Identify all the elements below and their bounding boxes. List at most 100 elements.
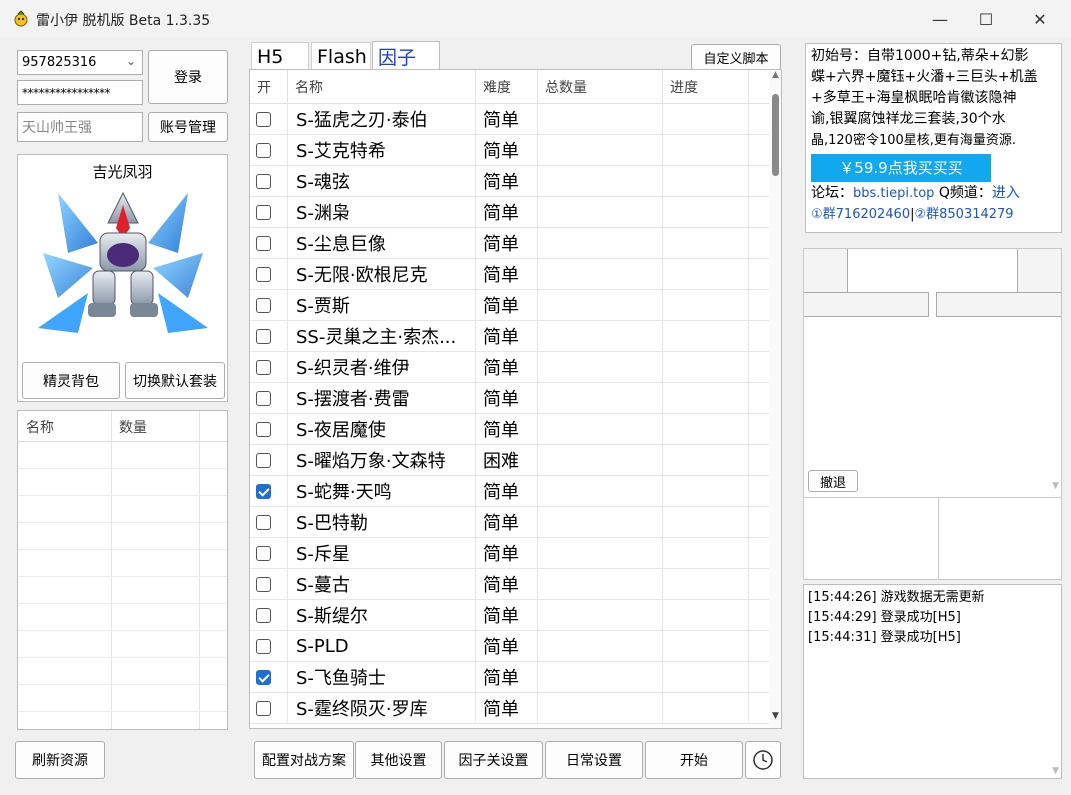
group2-link[interactable]: ②群850314279 [914,207,1013,222]
table-row[interactable]: S-夜居魔使 简单 [250,414,770,445]
table-row[interactable]: S-摆渡者·费雷 简单 [250,383,770,414]
switch-outfit-button[interactable]: 切换默认套装 [125,362,225,399]
table-row[interactable]: S-织灵者·维伊 简单 [250,352,770,383]
retreat-button[interactable]: 撤退 [808,470,858,492]
enable-checkbox[interactable] [256,515,271,530]
scroll-down-icon[interactable]: ▼ [769,711,781,723]
account-select[interactable]: 957825316 ⌄ [17,50,143,75]
custom-script-button[interactable]: 自定义脚本 [691,44,781,70]
boss-progress [663,507,749,538]
password-field[interactable]: **************** [17,80,143,105]
enable-checkbox[interactable] [256,112,271,127]
table-row[interactable]: S-贾斯 简单 [250,290,770,321]
table-row[interactable]: S-魂弦 简单 [250,166,770,197]
timer-button[interactable] [745,741,781,779]
enable-checkbox[interactable] [256,174,271,189]
enable-checkbox[interactable] [256,701,271,716]
boss-list: 开 名称 难度 总数量 进度 S-猛虎之刃·泰伯 简单 S-艾克特希 简单 S-魂弦 简单… [249,69,782,729]
table-row[interactable]: S-斥星 简单 [250,538,770,569]
boss-difficulty: 简单 [476,693,538,724]
enable-checkbox[interactable] [256,236,271,251]
boss-progress [663,538,749,569]
scrollbar[interactable]: ▲ ▼ [769,70,781,728]
boss-progress [663,569,749,600]
start-button[interactable]: 开始 [645,741,743,779]
boss-name: S-斥星 [288,538,476,569]
minimize-button[interactable]: — [917,0,963,38]
boss-total [538,662,663,693]
boss-progress [663,197,749,228]
enable-checkbox[interactable] [256,298,271,313]
enable-checkbox[interactable] [256,391,271,406]
boss-progress [663,352,749,383]
table-row[interactable]: S-艾克特希 简单 [250,135,770,166]
boss-difficulty: 简单 [476,476,538,507]
other-settings-button[interactable]: 其他设置 [355,741,442,779]
table-row[interactable]: S-PLD 简单 [250,631,770,662]
forum-link[interactable]: bbs.tiepi.top [853,186,934,201]
tab-factor[interactable]: 因子 [372,41,440,71]
forum-line: 论坛：bbs.tiepi.top Q频道：进入 [811,183,1056,204]
nickname-field[interactable]: 天山帅王强 [17,112,143,142]
boss-difficulty: 简单 [476,259,538,290]
battle-plan-button[interactable]: 配置对战方案 [254,741,354,779]
table-row[interactable]: S-斯缇尔 简单 [250,600,770,631]
enable-checkbox[interactable] [256,577,271,592]
channel-link[interactable]: 进入 [992,185,1020,201]
enable-checkbox[interactable] [256,422,271,437]
login-button[interactable]: 登录 [148,50,228,104]
table-row[interactable]: S-无限·欧根尼克 简单 [250,259,770,290]
group1-link[interactable]: ①群716202460 [811,207,910,222]
table-row[interactable]: S-霆终陨灭·罗库 简单 [250,693,770,724]
buy-button[interactable]: ￥59.9点我买买买 [811,154,991,182]
boss-progress [663,414,749,445]
scroll-down-icon[interactable]: ▼ [1052,766,1059,776]
boss-progress [663,135,749,166]
boss-difficulty: 困难 [476,445,538,476]
table-row[interactable]: S-曜焰万象·文森特 困难 [250,445,770,476]
boss-difficulty: 简单 [476,662,538,693]
close-button[interactable]: ✕ [1017,0,1063,38]
table-row[interactable]: S-飞鱼骑士 简单 [250,662,770,693]
pet-bag-button[interactable]: 精灵背包 [22,362,120,399]
table-row[interactable]: S-蔓古 简单 [250,569,770,600]
inventory-table: 名称 数量 [17,410,228,730]
refresh-resources-button[interactable]: 刷新资源 [15,741,105,779]
enable-checkbox[interactable] [256,484,271,499]
enable-checkbox[interactable] [256,670,271,685]
enable-checkbox[interactable] [256,608,271,623]
table-row[interactable]: S-尘息巨像 简单 [250,228,770,259]
enable-checkbox[interactable] [256,453,271,468]
enable-checkbox[interactable] [256,329,271,344]
col-name: 名称 [288,70,476,104]
table-row[interactable]: S-巴特勒 简单 [250,507,770,538]
tab-flash[interactable]: Flash [311,42,371,70]
scrollbar-thumb[interactable] [772,94,779,176]
boss-difficulty: 简单 [476,135,538,166]
enable-checkbox[interactable] [256,205,271,220]
battle-panel: 撤退 ▼ [803,248,1062,498]
boss-difficulty: 简单 [476,538,538,569]
enemy-avatar-slot [1017,249,1061,293]
daily-settings-button[interactable]: 日常设置 [545,741,643,779]
scroll-down-icon[interactable]: ▼ [1052,481,1059,491]
tab-h5[interactable]: H5 [251,42,309,70]
enable-checkbox[interactable] [256,267,271,282]
account-manage-button[interactable]: 账号管理 [148,112,228,142]
maximize-button[interactable]: ☐ [963,0,1009,38]
table-row[interactable]: SS-灵巢之主·索杰... 简单 [250,321,770,352]
boss-total [538,228,663,259]
table-row[interactable]: S-猛虎之刃·泰伯 简单 [250,104,770,135]
table-row[interactable]: S-蛇舞·天鸣 简单 [250,476,770,507]
scroll-up-icon[interactable]: ▲ [769,70,781,82]
table-row[interactable]: S-渊枭 简单 [250,197,770,228]
enable-cell [250,290,288,321]
enable-checkbox[interactable] [256,360,271,375]
enable-checkbox[interactable] [256,546,271,561]
boss-total [538,476,663,507]
factor-settings-button[interactable]: 因子关设置 [444,741,543,779]
enable-checkbox[interactable] [256,143,271,158]
player-hp-bar [804,292,929,317]
enable-checkbox[interactable] [256,639,271,654]
enable-cell [250,104,288,135]
